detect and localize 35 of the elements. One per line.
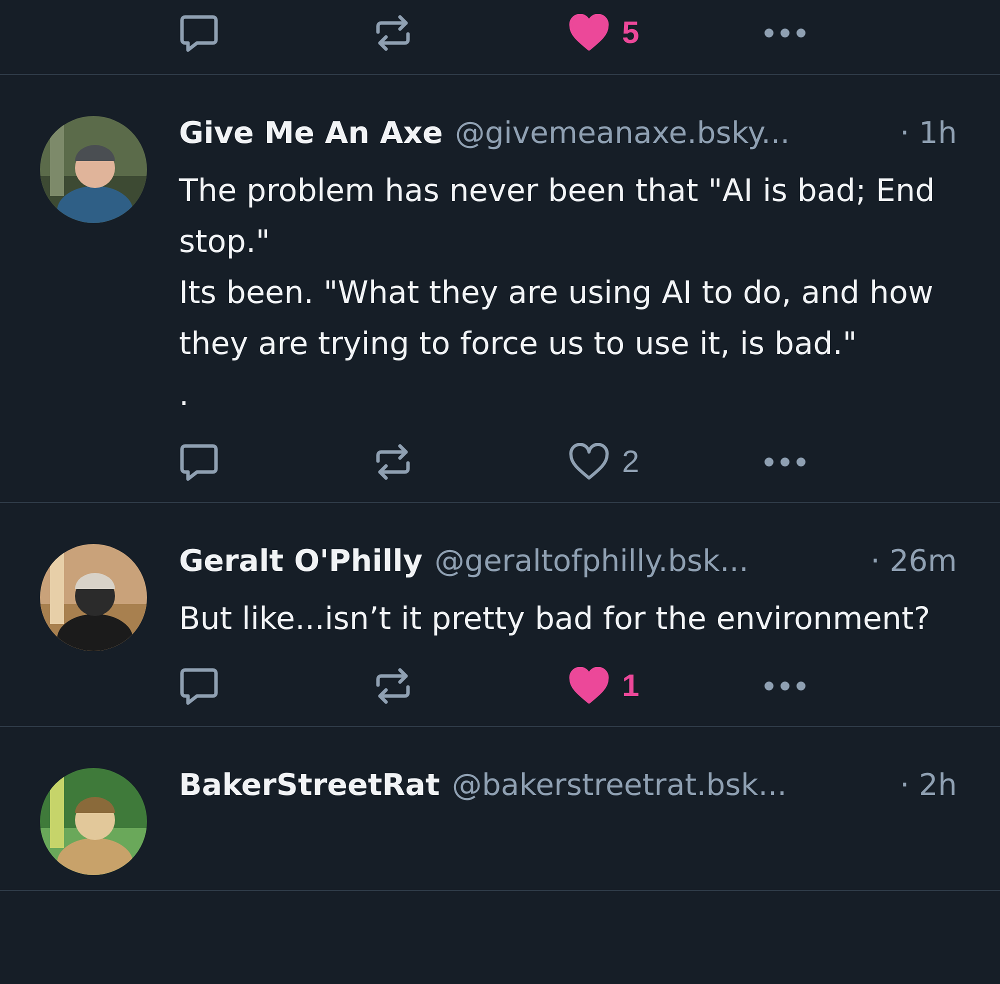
post-text: But like...isn’t it pretty bad for the environment? [179,600,932,639]
more-icon [762,456,806,468]
more-icon [762,27,806,39]
comment-icon [179,443,219,481]
author-handle[interactable]: @bakerstreetrat.bsk... [452,768,787,803]
like-count: 5 [622,15,640,51]
comment-icon [179,667,219,705]
repost-button[interactable] [374,443,412,481]
reply-button[interactable] [179,14,219,52]
post-time: · 2h [900,768,957,803]
repost-icon [374,14,412,52]
like-button[interactable]: 5 [568,14,640,52]
like-button[interactable]: 1 [568,667,640,705]
repost-icon [374,667,412,705]
author-name[interactable]: Geralt O'Philly [179,544,423,579]
repost-icon [374,443,412,481]
repost-button[interactable] [374,14,412,52]
more-button[interactable] [762,456,806,468]
like-count: 1 [622,668,640,704]
more-button[interactable] [762,680,806,692]
reply-button[interactable] [179,443,219,481]
author-name[interactable]: Give Me An Axe [179,116,443,151]
post-text: The problem has never been that "AI is bad; End stop." Its been. "What they are using AI to do, and how they are trying to force us to use it, is bad." . [179,172,936,415]
post-time: · 26m [870,544,957,579]
more-icon [762,680,806,692]
post-time: · 1h [900,116,957,151]
more-button[interactable] [762,27,806,39]
like-button[interactable]: 2 [568,443,640,481]
author-name[interactable]: BakerStreetRat [179,768,440,803]
author-handle[interactable]: @geraltofphilly.bsk... [434,544,748,579]
author-handle[interactable]: @givemeanaxe.bsky... [454,116,790,151]
comment-icon [179,14,219,52]
repost-button[interactable] [374,667,412,705]
like-count: 2 [622,444,640,480]
reply-button[interactable] [179,667,219,705]
